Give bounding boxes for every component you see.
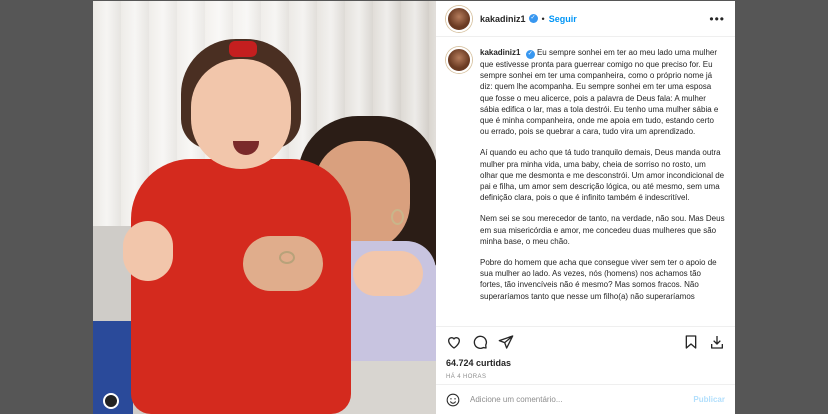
download-icon[interactable] <box>709 334 725 350</box>
caption-paragraph: kakadiniz1 ✓ Eu sempre sonhei em ter ao … <box>480 48 719 137</box>
caption-area: kakadiniz1 ✓ Eu sempre sonhei em ter ao … <box>436 37 735 326</box>
caption-paragraph: Pobre do homem que acha que consegue viv… <box>480 258 717 301</box>
post-modal: kakadiniz1 ✓ • Seguir ••• kakadiniz1 ✓ E… <box>93 1 735 414</box>
more-options-button[interactable]: ••• <box>709 12 725 26</box>
post-timestamp[interactable]: HÁ 4 HORAS <box>436 370 735 384</box>
separator-dot: • <box>541 13 545 24</box>
comment-input[interactable] <box>468 394 694 405</box>
post-photo <box>93 1 436 414</box>
save-icon[interactable] <box>683 334 699 350</box>
verified-icon: ✓ <box>525 50 535 59</box>
action-bar <box>436 326 735 356</box>
share-icon[interactable] <box>498 334 514 350</box>
caption-text: kakadiniz1 ✓ Eu sempre sonhei em ter ao … <box>480 47 725 326</box>
caption-avatar[interactable] <box>446 47 472 73</box>
follow-button[interactable]: Seguir <box>549 14 577 24</box>
tagged-user-icon[interactable] <box>103 393 119 409</box>
heart-icon[interactable] <box>446 334 462 350</box>
comment-icon[interactable] <box>472 334 488 350</box>
username-link[interactable]: kakadiniz1 <box>480 14 526 24</box>
caption-paragraph: Nem sei se sou merecedor de tanto, na ve… <box>480 214 725 246</box>
post-sidebar: kakadiniz1 ✓ • Seguir ••• kakadiniz1 ✓ E… <box>436 1 735 414</box>
caption-username[interactable]: kakadiniz1 <box>480 48 520 57</box>
emoji-icon[interactable] <box>446 393 460 407</box>
post-header: kakadiniz1 ✓ • Seguir ••• <box>436 1 735 37</box>
caption-paragraph: Aí quando eu acho que tá tudo tranquilo … <box>480 148 725 203</box>
avatar[interactable] <box>446 5 472 32</box>
publish-button[interactable]: Publicar <box>693 395 725 404</box>
likes-count[interactable]: 64.724 curtidas <box>436 356 735 370</box>
comment-bar: Publicar <box>436 384 735 414</box>
verified-icon: ✓ <box>528 14 538 23</box>
